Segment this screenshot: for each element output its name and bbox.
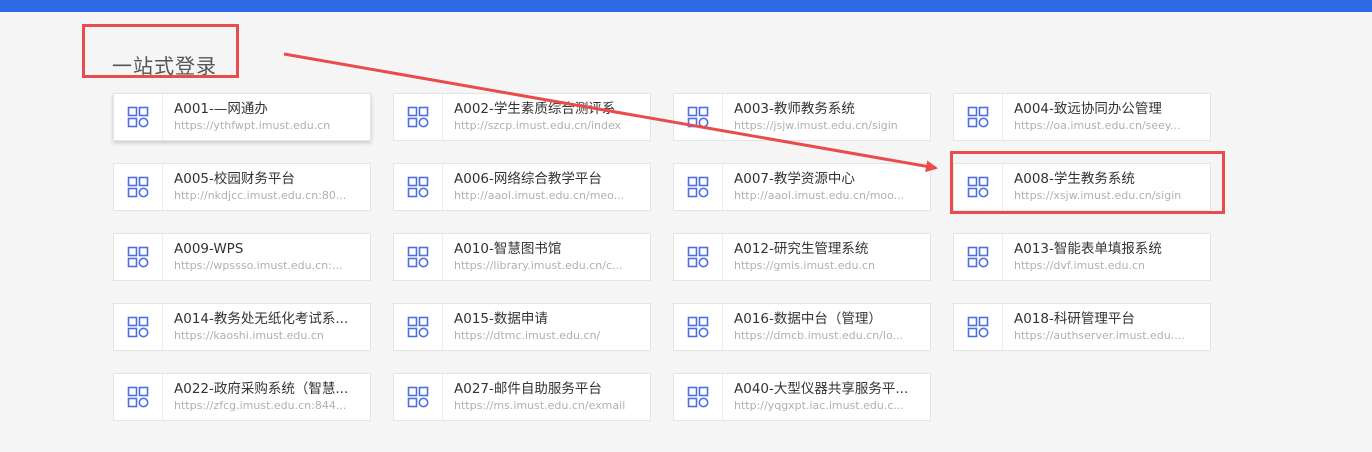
app-card[interactable]: A016-数据中台（管理） https://dmcb.imust.edu.cn/l… [673,303,931,351]
grid-apps-icon [394,374,443,420]
app-url: https://ythfwpt.imust.edu.cn [174,119,331,132]
app-card-text: A016-数据中台（管理） https://dmcb.imust.edu.cn/l… [723,311,930,343]
app-url: http://nkdjcc.imust.edu.cn:80... [174,189,347,202]
grid-apps-icon [954,234,1003,280]
app-name: A018-科研管理平台 [1014,311,1135,327]
grid-apps-icon [674,164,723,210]
grid-apps-icon [954,304,1003,350]
app-card[interactable]: A015-数据申请 https://dtmc.imust.edu.cn/ [393,303,651,351]
annotation-box-title [82,24,239,78]
app-card-text: A005-校园财务平台 http://nkdjcc.imust.edu.cn:80… [163,171,370,203]
app-name: A027-邮件自助服务平台 [454,381,602,397]
grid-apps-icon [114,234,163,280]
app-card[interactable]: A022-政府采购系统（智慧... https://zfcg.imust.edu.… [113,373,371,421]
app-url: http://szcp.imust.edu.cn/index [454,119,622,132]
app-grid: A001-—网通办 https://ythfwpt.imust.edu.cn A00… [113,93,1213,423]
app-card[interactable]: A003-教师教务系统 https://jsjw.imust.edu.cn/sig… [673,93,931,141]
app-url: https://zfcg.imust.edu.cn:844... [174,399,347,412]
app-name: A005-校园财务平台 [174,171,295,187]
app-card[interactable]: A010-智慧图书馆 https://library.imust.edu.cn/c… [393,233,651,281]
app-url: https://dvf.imust.edu.cn [1014,259,1146,272]
grid-apps-icon [394,304,443,350]
app-card-text: A009-WPS https://wpssso.imust.edu.cn:... [163,241,370,273]
app-name: A016-数据中台（管理） [734,311,882,327]
app-card-text: A003-教师教务系统 https://jsjw.imust.edu.cn/sig… [723,101,930,133]
app-card[interactable]: A012-研究生管理系统 https://gmis.imust.edu.cn [673,233,931,281]
app-name: A010-智慧图书馆 [454,241,562,257]
grid-apps-icon [674,94,723,140]
app-name: A003-教师教务系统 [734,101,855,117]
app-url: http://aaol.imust.edu.cn/moo... [734,189,905,202]
app-url: https://wpssso.imust.edu.cn:... [174,259,343,272]
app-card-text: A001-—网通办 https://ythfwpt.imust.edu.cn [163,101,370,133]
grid-apps-icon [114,164,163,210]
grid-apps-icon [114,94,163,140]
grid-apps-icon [394,234,443,280]
app-card[interactable]: A006-网络综合教学平台 http://aaol.imust.edu.cn/me… [393,163,651,211]
app-name: A012-研究生管理系统 [734,241,869,257]
app-name: A014-教务处无纸化考试系... [174,311,349,327]
app-url: https://kaoshi.imust.edu.cn [174,329,324,342]
app-card-text: A013-智能表单填报系统 https://dvf.imust.edu.cn [1003,241,1210,273]
app-card-text: A012-研究生管理系统 https://gmis.imust.edu.cn [723,241,930,273]
app-card-text: A004-致远协同办公管理 https://oa.imust.edu.cn/see… [1003,101,1210,133]
grid-apps-icon [114,374,163,420]
app-card-text: A007-教学资源中心 http://aaol.imust.edu.cn/moo.… [723,171,930,203]
app-name: A007-教学资源中心 [734,171,855,187]
app-name: A002-学生素质综合测评系 [454,101,616,117]
app-card[interactable]: A013-智能表单填报系统 https://dvf.imust.edu.cn [953,233,1211,281]
grid-apps-icon [954,94,1003,140]
app-card[interactable]: A040-大型仪器共享服务平... http://yqgxpt.iac.imust… [673,373,931,421]
app-url: https://dmcb.imust.edu.cn/lo... [734,329,903,342]
app-card[interactable]: A002-学生素质综合测评系 http://szcp.imust.edu.cn/i… [393,93,651,141]
app-card-text: A002-学生素质综合测评系 http://szcp.imust.edu.cn/i… [443,101,650,133]
app-card-text: A040-大型仪器共享服务平... http://yqgxpt.iac.imust… [723,381,930,413]
app-card-text: A022-政府采购系统（智慧... https://zfcg.imust.edu.… [163,381,370,413]
app-card[interactable]: A005-校园财务平台 http://nkdjcc.imust.edu.cn:80… [113,163,371,211]
app-card[interactable]: A001-—网通办 https://ythfwpt.imust.edu.cn [113,93,371,141]
app-url: https://jsjw.imust.edu.cn/sigin [734,119,898,132]
app-card-text: A018-科研管理平台 https://authserver.imust.edu.… [1003,311,1210,343]
annotation-box-a008 [950,151,1225,214]
app-name: A022-政府采购系统（智慧... [174,381,349,397]
app-name: A004-致远协同办公管理 [1014,101,1162,117]
grid-apps-icon [674,234,723,280]
app-card-text: A010-智慧图书馆 https://library.imust.edu.cn/c… [443,241,650,273]
grid-apps-icon [394,164,443,210]
app-card-text: A014-教务处无纸化考试系... https://kaoshi.imust.ed… [163,311,370,343]
app-url: https://library.imust.edu.cn/c... [454,259,623,272]
app-card[interactable]: A014-教务处无纸化考试系... https://kaoshi.imust.ed… [113,303,371,351]
app-card[interactable]: A018-科研管理平台 https://authserver.imust.edu.… [953,303,1211,351]
app-url: http://aaol.imust.edu.cn/meo... [454,189,625,202]
top-bar [0,0,1372,12]
app-card[interactable]: A007-教学资源中心 http://aaol.imust.edu.cn/moo.… [673,163,931,211]
app-card-text: A015-数据申请 https://dtmc.imust.edu.cn/ [443,311,650,343]
app-card[interactable]: A027-邮件自助服务平台 https://ms.imust.edu.cn/exm… [393,373,651,421]
app-url: http://yqgxpt.iac.imust.edu.c... [734,399,904,412]
grid-apps-icon [674,304,723,350]
app-url: https://authserver.imust.edu.... [1014,329,1185,342]
app-card[interactable]: A004-致远协同办公管理 https://oa.imust.edu.cn/see… [953,93,1211,141]
app-name: A015-数据申请 [454,311,548,327]
app-name: A040-大型仪器共享服务平... [734,381,909,397]
grid-apps-icon [114,304,163,350]
grid-apps-icon [674,374,723,420]
app-card-text: A006-网络综合教学平台 http://aaol.imust.edu.cn/me… [443,171,650,203]
app-url: https://oa.imust.edu.cn/seey... [1014,119,1181,132]
app-url: https://dtmc.imust.edu.cn/ [454,329,601,342]
app-name: A009-WPS [174,241,244,257]
app-name: A013-智能表单填报系统 [1014,241,1162,257]
app-card[interactable]: A009-WPS https://wpssso.imust.edu.cn:... [113,233,371,281]
app-url: https://ms.imust.edu.cn/exmail [454,399,626,412]
grid-apps-icon [394,94,443,140]
app-name: A001-—网通办 [174,101,268,117]
app-url: https://gmis.imust.edu.cn [734,259,875,272]
app-card-text: A027-邮件自助服务平台 https://ms.imust.edu.cn/exm… [443,381,650,413]
app-name: A006-网络综合教学平台 [454,171,602,187]
